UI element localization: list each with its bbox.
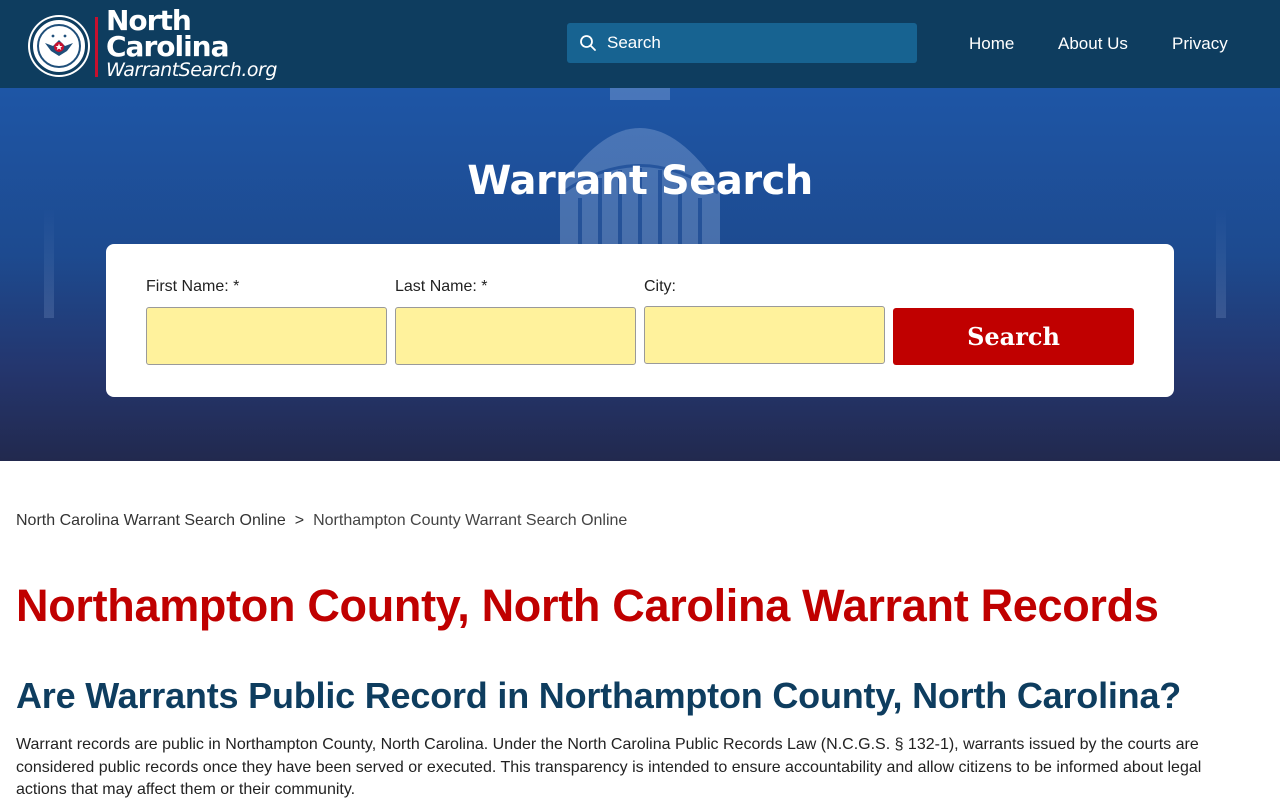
section-heading: Are Warrants Public Record in Northampto… — [16, 675, 1182, 716]
warrant-search-form: First Name: * Last Name: * City: Search — [106, 244, 1174, 397]
city-label: City: — [644, 278, 676, 295]
site-header: North Carolina WarrantSearch.org Home Ab… — [0, 0, 1280, 88]
first-name-field[interactable] — [146, 307, 387, 365]
first-name-label: First Name: * — [146, 278, 240, 295]
warrant-search-button[interactable]: Search — [893, 308, 1134, 365]
breadcrumb-state-link[interactable]: North Carolina Warrant Search Online — [16, 512, 286, 529]
logo-line-2: Carolina — [106, 30, 230, 63]
site-search-input[interactable] — [607, 33, 907, 53]
logo-line-3: WarrantSearch.org — [106, 59, 277, 81]
nav-home-link[interactable]: Home — [969, 34, 1014, 54]
logo-wordmark: North Carolina WarrantSearch.org — [106, 7, 277, 81]
hero-title: Warrant Search — [467, 158, 813, 204]
site-logo[interactable]: North Carolina WarrantSearch.org — [30, 6, 277, 82]
hero-spire-left — [44, 208, 54, 318]
city-field[interactable] — [644, 306, 885, 364]
breadcrumb-current: Northampton County Warrant Search Online — [313, 512, 628, 529]
site-search[interactable] — [567, 23, 917, 63]
last-name-field[interactable] — [395, 307, 636, 365]
page-title: Northampton County, North Carolina Warra… — [16, 580, 1159, 631]
hero-spire-right — [1216, 208, 1226, 318]
search-icon — [580, 35, 596, 51]
warrant-seal-icon — [30, 17, 88, 75]
nav-about-link[interactable]: About Us — [1058, 34, 1128, 54]
last-name-label: Last Name: * — [395, 278, 488, 295]
breadcrumb-separator: > — [294, 512, 305, 529]
logo-divider — [95, 17, 98, 77]
nav-privacy-link[interactable]: Privacy — [1172, 34, 1228, 54]
breadcrumb: North Carolina Warrant Search Online > Nor… — [16, 512, 627, 530]
section-paragraph: Warrant records are public in Northampto… — [16, 736, 1202, 798]
